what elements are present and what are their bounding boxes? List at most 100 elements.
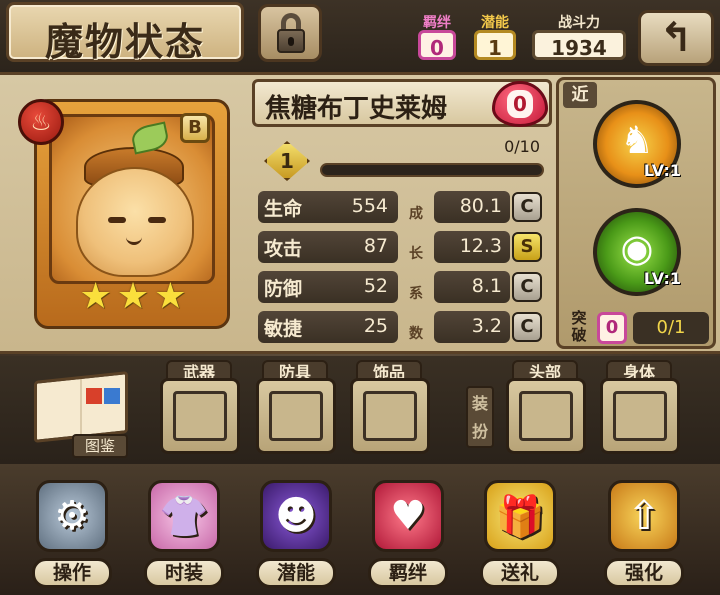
fire-element-icon: ♨ xyxy=(18,99,64,145)
star-icon: ★ xyxy=(154,276,187,317)
armor-slot-inner xyxy=(269,391,323,441)
power-chip: 战斗力 1934 xyxy=(528,14,630,64)
exp-text: 0/10 xyxy=(504,137,540,156)
skill-panel: 近 ♞ LV:1 ◉ LV:1 突破 0 0/1 xyxy=(556,77,716,349)
stat-name: 敏捷 xyxy=(264,318,303,340)
breakthrough[interactable]: 突破 0 0/1 xyxy=(563,308,709,348)
power-value: 1934 xyxy=(532,30,626,60)
bond-value: 0 xyxy=(418,30,456,60)
rank-badge: B xyxy=(180,113,210,143)
nav-operate-button[interactable]: ⚙ 操作 xyxy=(22,474,122,592)
title-plate: 魔物状态 xyxy=(6,2,244,64)
up-arrows-glyph: ⇧ xyxy=(627,493,661,539)
bottom-nav: ⚙ 操作 👚 时装 ☻ 潜能 ♥ 羁绊 🎁 送礼 ⇧ 强化 xyxy=(0,464,720,595)
fire-glyph: ♨ xyxy=(30,108,52,136)
portrait-frame: ♨ B ★ ★ ★ xyxy=(18,79,246,341)
range-tag: 近 xyxy=(563,82,597,108)
nav-label: 强化 xyxy=(604,558,684,588)
affinity-heart-icon: 0 xyxy=(492,81,548,127)
gift-glyph: 🎁 xyxy=(495,494,545,540)
demon-icon: ☻ xyxy=(260,480,332,552)
leaf-sprout xyxy=(129,121,171,155)
monster-status-panel: ♨ B ★ ★ ★ 焦糖布丁史莱姆 0 1 0/10 生命 554 攻击 87 xyxy=(0,72,720,354)
weapon-slot-inner xyxy=(173,391,227,441)
potential-label: 潜能 xyxy=(481,15,509,31)
accessory-slot[interactable] xyxy=(350,378,430,454)
game-screen: 魔物状态 羁绊 0 潜能 1 战斗力 1934 ↰ ♨ B ★ ★ ★ 焦糖布丁… xyxy=(0,0,720,595)
grade-badge: C xyxy=(512,272,542,302)
nav-label: 羁绊 xyxy=(368,558,448,588)
slime-body xyxy=(76,167,194,277)
accessory-slot-inner xyxy=(363,391,417,441)
growth-char: 数 xyxy=(409,326,423,342)
grade-badge: S xyxy=(512,232,542,262)
clothes-glyph: 👚 xyxy=(159,494,209,540)
header-bar: 魔物状态 羁绊 0 潜能 1 战斗力 1934 ↰ xyxy=(0,0,720,72)
hearts-glyph: ♥ xyxy=(390,493,426,539)
potential-chip: 潜能 1 xyxy=(470,14,520,64)
stat-name: 攻击 xyxy=(264,238,303,260)
nav-label: 时装 xyxy=(144,558,224,588)
level-badge: 1 xyxy=(264,141,310,181)
back-button[interactable]: ↰ xyxy=(638,10,714,66)
skill-2-icon[interactable]: ◉ LV:1 xyxy=(593,208,681,296)
growth-value: 3.2 xyxy=(471,315,502,337)
nav-potential-button[interactable]: ☻ 潜能 xyxy=(246,474,346,592)
skill-1-icon[interactable]: ♞ LV:1 xyxy=(593,100,681,188)
head-slot-inner xyxy=(519,391,573,441)
exp-bar xyxy=(320,163,544,177)
body-slot[interactable] xyxy=(600,378,680,454)
stat-value: 87 xyxy=(363,235,388,257)
stat-row-defense: 防御 52 xyxy=(258,271,398,303)
breakthrough-label: 突破 xyxy=(571,309,587,344)
gear-icon: ⚙ xyxy=(36,480,108,552)
head-slot[interactable] xyxy=(506,378,586,454)
lock-button[interactable] xyxy=(258,4,322,62)
grade-badge: C xyxy=(512,312,542,342)
nav-fashion-button[interactable]: 👚 时装 xyxy=(134,474,234,592)
bond-chip: 羁绊 0 xyxy=(414,14,460,64)
power-label: 战斗力 xyxy=(558,15,600,31)
weapon-slot[interactable] xyxy=(160,378,240,454)
stat-value: 52 xyxy=(363,275,388,297)
growth-row-hp: 80.1 xyxy=(434,191,510,223)
stat-name: 防御 xyxy=(264,278,303,300)
book-page-red xyxy=(86,388,102,404)
growth-char: 系 xyxy=(409,286,423,302)
gift-icon: 🎁 xyxy=(484,480,556,552)
growth-char: 成 xyxy=(409,206,423,222)
gear-glyph: ⚙ xyxy=(54,493,90,539)
armor-slot[interactable] xyxy=(256,378,336,454)
skill-2-glyph: ◉ xyxy=(620,226,654,270)
growth-value: 12.3 xyxy=(459,235,502,257)
growth-value: 8.1 xyxy=(471,275,502,297)
nav-enhance-button[interactable]: ⇧ 强化 xyxy=(594,474,694,592)
clothes-icon: 👚 xyxy=(148,480,220,552)
nav-bond-button[interactable]: ♥ 羁绊 xyxy=(358,474,458,592)
hearts-icon: ♥ xyxy=(372,480,444,552)
nav-label: 送礼 xyxy=(480,558,560,588)
breakthrough-progress: 0/1 xyxy=(633,312,709,344)
star-icon: ★ xyxy=(116,276,150,317)
bond-label: 羁绊 xyxy=(423,15,451,31)
skill-2-level: LV:1 xyxy=(643,269,681,288)
grade-badge: C xyxy=(512,192,542,222)
affinity-value: 0 xyxy=(507,90,533,118)
nav-label: 潜能 xyxy=(256,558,336,588)
nav-label: 操作 xyxy=(32,558,112,588)
star-icon: ★ xyxy=(79,276,112,317)
back-arrow-icon: ↰ xyxy=(659,15,693,61)
lock-keyhole xyxy=(288,37,294,46)
growth-row-agility: 3.2 xyxy=(434,311,510,343)
potential-value: 1 xyxy=(474,30,516,60)
nav-gift-button[interactable]: 🎁 送礼 xyxy=(470,474,570,592)
dress-up-tag: 装扮 xyxy=(466,386,494,448)
growth-value: 80.1 xyxy=(459,195,502,217)
codex-label: 图鉴 xyxy=(72,434,128,458)
codex-button[interactable]: 图鉴 xyxy=(28,368,138,458)
equipment-row: 图鉴 武器 防具 饰品 装扮 头部 身体 xyxy=(0,356,720,464)
body-slot-inner xyxy=(613,391,667,441)
star-rating: ★ ★ ★ xyxy=(78,277,188,317)
demon-glyph: ☻ xyxy=(275,493,317,539)
growth-row-defense: 8.1 xyxy=(434,271,510,303)
